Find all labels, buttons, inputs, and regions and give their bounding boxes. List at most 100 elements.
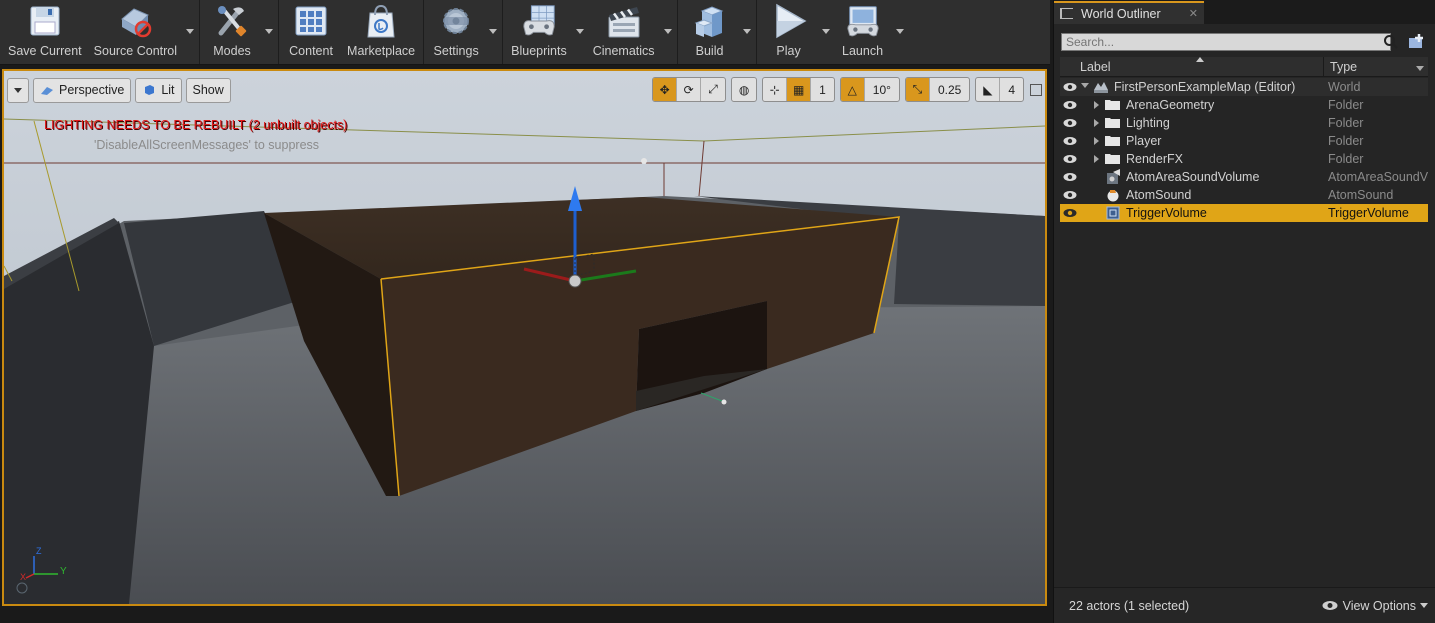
visibility-eye-icon[interactable] (1063, 172, 1077, 182)
launch-label: Launch (842, 44, 884, 58)
world-outliner-panel: World Outliner ✕ Label Type FirstPersonE… (1053, 0, 1435, 623)
toolbar-group-modes: Modes (200, 0, 280, 64)
folder-icon (1105, 154, 1120, 164)
search-icon[interactable] (1383, 34, 1399, 50)
modes-button[interactable]: Modes (202, 0, 262, 64)
scale-snap-toggle[interactable]: ⤡ (905, 78, 930, 101)
outliner-footer: 22 actors (1 selected) View Options (1054, 587, 1435, 623)
source-control-icon (116, 2, 154, 40)
viewport-transform-tools: ✥ ⟳ ⤢ ◍ ⊹ ▦ 1 △ 10° ⤡ 0.25 ◣ 4 (647, 77, 1042, 102)
cinematics-button[interactable]: Cinematics (587, 0, 661, 64)
rotation-snap-value[interactable]: 10° (865, 78, 899, 101)
chevron-down-icon (742, 29, 751, 34)
visibility-eye-icon[interactable] (1063, 100, 1077, 110)
play-dropdown[interactable] (819, 0, 833, 64)
tree-row-atomsound[interactable]: AtomSound AtomSound (1060, 186, 1428, 204)
source-control-button[interactable]: Source Control (88, 0, 183, 64)
build-dropdown[interactable] (740, 0, 754, 64)
axis-y-label: Y (60, 566, 67, 577)
chevron-down-icon (14, 87, 22, 93)
tree-type: AtomSound (1328, 188, 1394, 202)
cinematics-icon (605, 2, 643, 40)
show-button[interactable]: Show (185, 77, 231, 103)
save-current-label: Save Current (8, 44, 82, 58)
axis-indicator: Z X Y (14, 544, 74, 594)
blueprints-button[interactable]: Blueprints (505, 0, 573, 64)
column-options-icon[interactable] (1416, 66, 1424, 71)
tree-label: ArenaGeometry (1126, 98, 1215, 112)
translate-tool-button[interactable]: ✥ (653, 78, 678, 101)
lit-button[interactable]: Lit (135, 77, 182, 103)
modes-dropdown[interactable] (262, 0, 276, 64)
play-button[interactable]: Play (759, 0, 819, 64)
sound-volume-icon (1107, 169, 1120, 184)
visibility-eye-icon[interactable] (1063, 82, 1077, 92)
visibility-eye-icon[interactable] (1063, 190, 1077, 200)
toolbar-group-blueprints: Blueprints Cinematics (503, 0, 678, 64)
globe-icon: ◍ (738, 82, 750, 97)
launch-dropdown[interactable] (893, 0, 907, 64)
coordinate-space-group: ◍ (731, 77, 758, 102)
tree-row-atomareasoundvolume[interactable]: AtomAreaSoundVolume AtomAreaSoundVolume (1060, 168, 1428, 186)
perspective-icon (40, 84, 54, 96)
grid-snap-value[interactable]: 1 (811, 78, 834, 101)
close-tab-icon[interactable]: ✕ (1189, 7, 1198, 20)
list-icon (1060, 8, 1073, 19)
rotate-tool-button[interactable]: ⟳ (677, 78, 702, 101)
grid-snap-toggle[interactable]: ▦ (787, 78, 812, 101)
tree-row-player[interactable]: Player Folder (1060, 132, 1428, 150)
expanded-arrow-icon[interactable] (1081, 83, 1089, 88)
tree-row-lighting[interactable]: Lighting Folder (1060, 114, 1428, 132)
surface-snap-button[interactable]: ⊹ (763, 78, 788, 101)
marketplace-button[interactable]: Marketplace (341, 0, 421, 64)
collapsed-arrow-icon[interactable] (1094, 137, 1099, 145)
settings-button[interactable]: Settings (426, 0, 486, 64)
viewport-toolbar: Perspective Lit Show ✥ ⟳ ⤢ ◍ ⊹ ▦ 1 △ 10°… (7, 75, 1042, 105)
settings-dropdown[interactable] (486, 0, 500, 64)
build-button[interactable]: Build (680, 0, 740, 64)
collapsed-arrow-icon[interactable] (1094, 101, 1099, 109)
tab-world-outliner[interactable]: World Outliner ✕ (1054, 1, 1204, 24)
source-control-dropdown[interactable] (183, 0, 197, 64)
column-divider (1323, 57, 1324, 77)
toolbar-group-content: Content Marketplace (279, 0, 425, 64)
content-button[interactable]: Content (281, 0, 341, 64)
blueprints-dropdown[interactable] (573, 0, 587, 64)
tree-row-triggervolume[interactable]: TriggerVolume TriggerVolume (1060, 204, 1428, 222)
lit-sphere-icon (142, 84, 156, 96)
scale-tool-button[interactable]: ⤢ (701, 78, 725, 101)
tree-row-arenageometry[interactable]: ArenaGeometry Folder (1060, 96, 1428, 114)
world-space-button[interactable]: ◍ (732, 78, 756, 101)
camera-speed-value[interactable]: 4 (1000, 78, 1023, 101)
add-folder-icon[interactable] (1407, 33, 1425, 50)
tree-row-world[interactable]: FirstPersonExampleMap (Editor) World (1060, 78, 1428, 96)
angle-icon: △ (847, 82, 857, 97)
toolbar-group-play: Play Launch (757, 0, 909, 64)
tree-type: AtomAreaSoundVolume (1328, 170, 1428, 184)
outliner-search-input[interactable] (1061, 33, 1391, 51)
level-viewport[interactable]: Perspective Lit Show ✥ ⟳ ⤢ ◍ ⊹ ▦ 1 △ 10°… (2, 69, 1047, 606)
tree-row-renderfx[interactable]: RenderFX Folder (1060, 150, 1428, 168)
chevron-down-icon (489, 29, 498, 34)
save-current-button[interactable]: Save Current (2, 0, 88, 64)
tree-type: Folder (1328, 98, 1364, 112)
visibility-eye-icon[interactable] (1063, 154, 1077, 164)
visibility-eye-icon[interactable] (1063, 208, 1077, 218)
column-type-header[interactable]: Type (1330, 60, 1357, 74)
camera-speed-button[interactable]: ◣ (976, 78, 1001, 101)
visibility-eye-icon[interactable] (1063, 118, 1077, 128)
view-options-label: View Options (1342, 598, 1416, 613)
modes-label: Modes (213, 44, 251, 58)
cinematics-dropdown[interactable] (661, 0, 675, 64)
collapsed-arrow-icon[interactable] (1094, 155, 1099, 163)
viewport-options-button[interactable] (7, 77, 29, 103)
column-label-header[interactable]: Label (1080, 60, 1111, 74)
scale-snap-value[interactable]: 0.25 (930, 78, 969, 101)
visibility-eye-icon[interactable] (1063, 136, 1077, 146)
rotation-snap-toggle[interactable]: △ (840, 78, 865, 101)
view-options-button[interactable]: View Options (1322, 599, 1428, 613)
launch-button[interactable]: Launch (833, 0, 893, 64)
maximize-viewport-icon[interactable] (1030, 83, 1042, 96)
perspective-button[interactable]: Perspective (33, 77, 132, 103)
collapsed-arrow-icon[interactable] (1094, 119, 1099, 127)
